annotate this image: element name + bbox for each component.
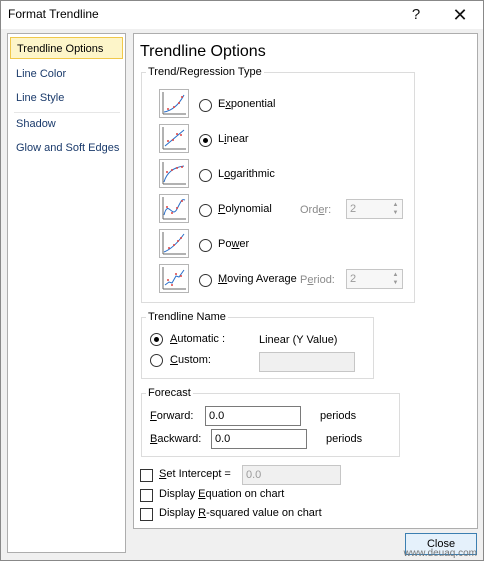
moving-average-radio[interactable] xyxy=(199,274,212,287)
nav-item-line-style[interactable]: Line Style xyxy=(10,87,123,109)
period-value: 2 xyxy=(350,273,357,285)
power-label: Power xyxy=(218,238,250,250)
order-label: Order: xyxy=(300,204,332,216)
category-list: Trendline Options Line Color Line Style … xyxy=(7,33,126,553)
nav-item-shadow[interactable]: Shadow xyxy=(10,113,123,135)
display-equation-label: Display Equation on chart xyxy=(159,488,285,500)
automatic-name-label: Automatic : xyxy=(170,333,226,345)
set-intercept-checkbox[interactable] xyxy=(140,469,153,482)
exponential-trend-icon xyxy=(159,89,189,118)
logarithmic-radio[interactable] xyxy=(199,169,212,182)
spin-down-icon[interactable]: ▼ xyxy=(390,209,401,217)
order-stepper[interactable]: 2 ▲ ▼ xyxy=(346,199,403,219)
forward-label: Forward: xyxy=(150,410,194,422)
exponential-label: Exponential xyxy=(218,98,276,110)
polynomial-label: Polynomial xyxy=(218,203,272,215)
display-rsquared-checkbox[interactable] xyxy=(140,508,153,521)
regression-group-label: Trend/Regression Type xyxy=(146,66,264,78)
order-spin-arrows[interactable]: ▲ ▼ xyxy=(390,201,401,217)
regression-type-group: Trend/Regression Type Exponential Linear… xyxy=(141,66,415,303)
moving-average-trend-icon xyxy=(159,264,189,293)
backward-label: Backward: xyxy=(150,433,202,445)
custom-name-label: Custom: xyxy=(170,354,211,366)
automatic-name-value: Linear (Y Value) xyxy=(259,334,338,346)
trendline-name-group: Trendline Name Automatic : Linear (Y Val… xyxy=(141,311,374,379)
linear-label: Linear xyxy=(218,133,249,145)
spin-up-icon[interactable]: ▲ xyxy=(390,271,401,279)
automatic-name-radio[interactable] xyxy=(150,333,163,346)
dialog-title: Format Trendline xyxy=(8,7,99,21)
backward-unit-label: periods xyxy=(326,433,363,445)
forecast-group: Forecast Forward: 0.0 periods Backward: … xyxy=(141,387,400,457)
nav-item-glow-soft-edges[interactable]: Glow and Soft Edges xyxy=(10,137,123,159)
period-spin-arrows[interactable]: ▲ ▼ xyxy=(390,271,401,287)
title-bar: Format Trendline ? ✕ xyxy=(1,1,483,29)
nav-item-trendline-options[interactable]: Trendline Options xyxy=(10,37,123,59)
power-trend-icon xyxy=(159,229,189,258)
trendline-options-panel: Trendline Options Trend/Regression Type … xyxy=(133,33,478,529)
watermark: www.deuaq.com xyxy=(403,548,477,559)
logarithmic-label: Logarithmic xyxy=(218,168,275,180)
intercept-value-input[interactable]: 0.0 xyxy=(242,465,341,485)
linear-radio[interactable] xyxy=(199,134,212,147)
period-stepper[interactable]: 2 ▲ ▼ xyxy=(346,269,403,289)
linear-trend-icon xyxy=(159,124,189,153)
custom-name-input[interactable] xyxy=(259,352,355,372)
help-button[interactable]: ? xyxy=(401,3,431,27)
trendline-name-group-label: Trendline Name xyxy=(146,311,228,323)
backward-periods-input[interactable]: 0.0 xyxy=(211,429,307,449)
spin-up-icon[interactable]: ▲ xyxy=(390,201,401,209)
nav-item-line-color[interactable]: Line Color xyxy=(10,63,123,85)
spin-down-icon[interactable]: ▼ xyxy=(390,279,401,287)
format-trendline-dialog: Format Trendline ? ✕ Trendline Options L… xyxy=(0,0,484,561)
order-value: 2 xyxy=(350,203,357,215)
polynomial-trend-icon xyxy=(159,194,189,223)
close-window-button[interactable]: ✕ xyxy=(445,3,475,27)
custom-name-radio[interactable] xyxy=(150,354,163,367)
forecast-group-label: Forecast xyxy=(146,387,193,399)
display-equation-checkbox[interactable] xyxy=(140,489,153,502)
power-radio[interactable] xyxy=(199,239,212,252)
forward-periods-input[interactable]: 0.0 xyxy=(205,406,301,426)
set-intercept-label: Set Intercept = xyxy=(159,468,231,480)
moving-average-label: Moving Average xyxy=(218,273,297,285)
display-rsquared-label: Display R-squared value on chart xyxy=(159,507,322,519)
exponential-radio[interactable] xyxy=(199,99,212,112)
logarithmic-trend-icon xyxy=(159,159,189,188)
period-label: Period: xyxy=(300,274,335,286)
polynomial-radio[interactable] xyxy=(199,204,212,217)
panel-title: Trendline Options xyxy=(140,43,266,60)
forward-unit-label: periods xyxy=(320,410,357,422)
